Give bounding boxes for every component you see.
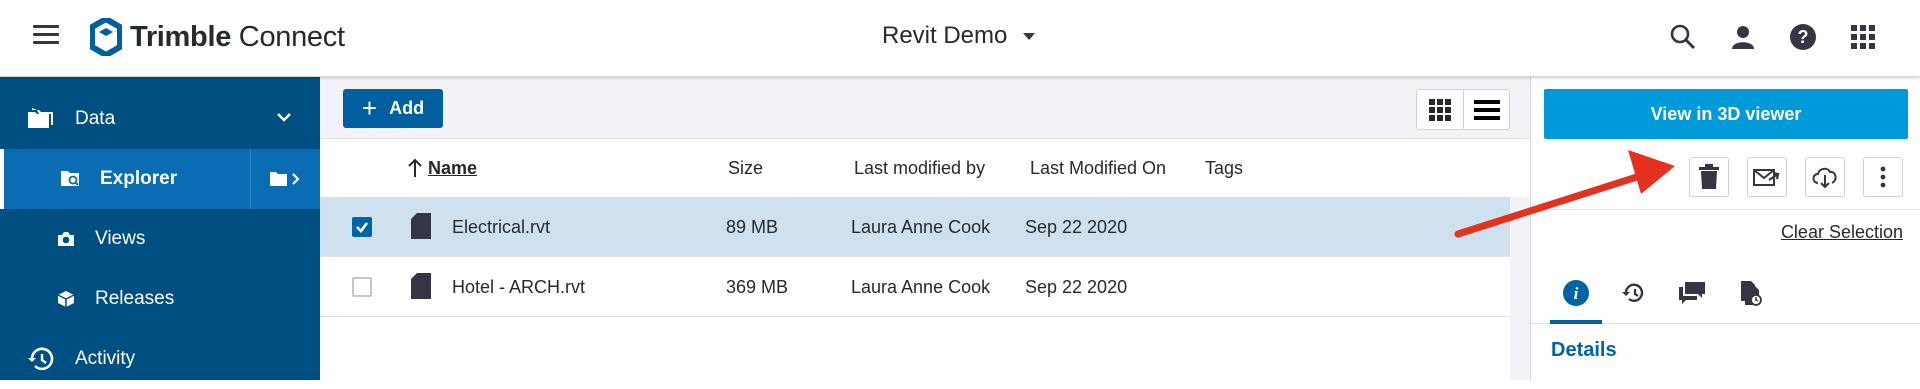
trimble-connect-logo: Trimble Connect (90, 18, 345, 56)
svg-text:?: ? (1798, 27, 1809, 47)
apps-grid-icon[interactable] (1848, 22, 1878, 52)
folder-chevron-right-icon (269, 172, 300, 186)
tab-comments[interactable] (1666, 262, 1718, 324)
folders-icon (28, 108, 53, 128)
file-icon (411, 213, 431, 239)
cloud-download-icon (1812, 167, 1837, 189)
folder-tree-button[interactable] (250, 149, 320, 209)
sidebar-item-data[interactable]: Data (0, 89, 320, 149)
grid-view-icon (1429, 98, 1451, 121)
caret-down-icon (1023, 32, 1036, 40)
more-options-button[interactable] (1863, 157, 1903, 197)
view-toggle (1416, 89, 1510, 130)
more-vertical-icon (1880, 166, 1886, 188)
history-icon (1622, 283, 1644, 302)
sidebar-item-activity[interactable]: Activity (0, 329, 320, 389)
view-in-3d-viewer-button[interactable]: View in 3D viewer (1544, 89, 1908, 139)
file-icon (411, 273, 431, 299)
sidebar-item-label: Explorer (100, 168, 178, 189)
file-name[interactable]: Electrical.rvt (452, 217, 550, 238)
comments-icon (1679, 282, 1705, 304)
plus-icon: + (361, 92, 378, 123)
check-icon (356, 222, 369, 233)
details-tabs: i (1531, 262, 1920, 324)
grid-view-button[interactable] (1417, 90, 1463, 129)
brand-light: Connect (231, 20, 345, 53)
info-icon: i (1563, 280, 1589, 306)
sidebar-item-label: Releases (95, 288, 175, 309)
file-size: 89 MB (726, 217, 779, 237)
file-explorer: + Add Name Size Last modified by Last Mod… (320, 77, 1530, 380)
sidebar-item-label: Views (95, 228, 146, 249)
file-name[interactable]: Hotel - ARCH.rvt (452, 277, 585, 298)
list-view-button[interactable] (1463, 90, 1509, 129)
file-size: 369 MB (726, 277, 789, 297)
package-icon (57, 291, 75, 307)
tab-history[interactable] (1608, 262, 1660, 324)
table-row[interactable]: Hotel - ARCH.rvt 369 MB Laura Anne Cook … (320, 257, 1510, 317)
add-label: Add (389, 98, 425, 118)
sort-ascending-icon[interactable] (408, 158, 422, 178)
delete-button[interactable] (1689, 157, 1729, 197)
trimble-logo-icon (90, 18, 122, 56)
project-selector[interactable]: Revit Demo (882, 22, 1036, 50)
details-title: Details (1551, 339, 1617, 361)
folder-search-icon (61, 171, 79, 186)
list-view-icon (1473, 99, 1500, 120)
camera-icon (58, 232, 74, 246)
user-icon[interactable] (1728, 22, 1758, 52)
svg-text:i: i (1574, 284, 1579, 303)
file-modified-by: Laura Anne Cook (851, 217, 991, 237)
file-modified-on: Sep 22 2020 (1025, 217, 1128, 237)
column-header-tags[interactable]: Tags (1205, 158, 1243, 179)
table-row[interactable]: Electrical.rvt 89 MB Laura Anne Cook Sep… (320, 197, 1510, 257)
share-mail-icon (1753, 169, 1780, 186)
table-scrollbar[interactable] (1510, 197, 1530, 380)
details-panel: View in 3D viewer Clear Selection i Deta… (1530, 77, 1920, 380)
file-modified-on: Sep 22 2020 (1025, 277, 1128, 297)
sidebar-item-label: Activity (75, 348, 136, 369)
column-header-modified-on[interactable]: Last Modified On (1030, 158, 1166, 179)
tab-info[interactable]: i (1550, 262, 1602, 324)
tab-versions[interactable] (1724, 262, 1776, 324)
column-header-modified-by[interactable]: Last modified by (854, 158, 985, 179)
column-header-name[interactable]: Name (428, 158, 477, 179)
trash-icon (1699, 164, 1719, 189)
download-button[interactable] (1805, 157, 1845, 197)
row-checkbox[interactable] (352, 217, 372, 237)
help-icon[interactable]: ? (1788, 22, 1818, 52)
file-versions-icon (1741, 281, 1762, 306)
search-icon[interactable] (1668, 22, 1698, 52)
hamburger-menu-icon[interactable] (33, 25, 59, 49)
sidebar: Data Explorer Views Releases Activity (0, 77, 320, 380)
add-button[interactable]: + Add (343, 89, 443, 128)
project-name: Revit Demo (882, 22, 1008, 49)
top-bar: Trimble Connect Revit Demo ? (0, 0, 1920, 77)
sidebar-item-label: Data (75, 108, 116, 129)
column-header-size[interactable]: Size (728, 158, 763, 179)
file-action-bar (1531, 148, 1920, 210)
brand-bold: Trimble (130, 20, 232, 53)
share-button[interactable] (1747, 157, 1787, 197)
history-icon (28, 347, 54, 371)
clear-selection-link[interactable]: Clear Selection (1781, 222, 1903, 243)
chevron-down-icon[interactable] (276, 112, 292, 124)
table-header: Name Size Last modified by Last Modified… (320, 139, 1510, 197)
sidebar-item-releases[interactable]: Releases (0, 269, 320, 329)
file-modified-by: Laura Anne Cook (851, 277, 991, 297)
sidebar-item-views[interactable]: Views (0, 209, 320, 269)
row-checkbox[interactable] (352, 277, 372, 297)
sidebar-item-explorer[interactable]: Explorer (0, 149, 320, 209)
explorer-toolbar: + Add (320, 77, 1530, 139)
